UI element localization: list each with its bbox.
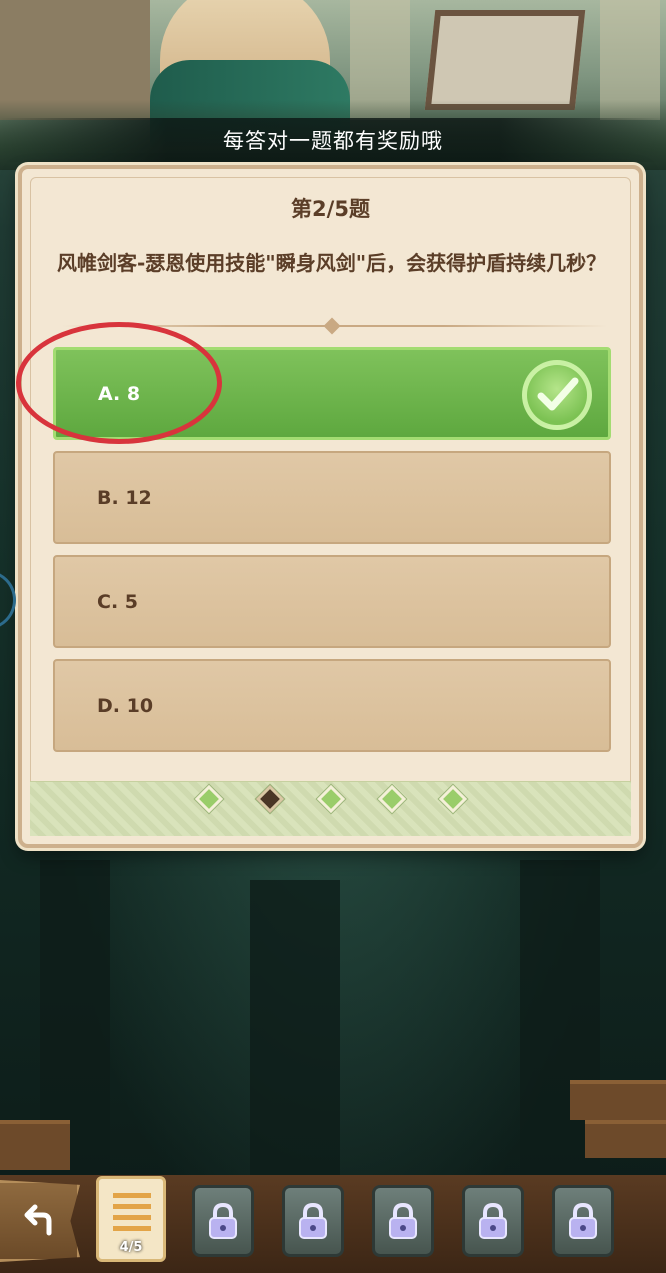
slot-counter: 4/5 xyxy=(119,1240,143,1255)
question-text: 风帷剑客-瑟恩使用技能"瞬身风剑"后，会获得护盾持续几秒？ xyxy=(57,251,607,275)
book-stack xyxy=(0,1120,70,1170)
back-button[interactable] xyxy=(0,1180,80,1262)
progress-dot-current xyxy=(255,784,284,814)
option-b-label: B. 12 xyxy=(97,486,152,509)
locked-slot[interactable] xyxy=(462,1185,524,1257)
scroll-icon xyxy=(113,1193,151,1237)
question-progress-dots xyxy=(22,784,639,815)
option-a-label: A. 8 xyxy=(98,382,141,405)
checkmark-icon xyxy=(522,360,592,430)
option-d[interactable]: D. 10 xyxy=(53,659,611,752)
option-a[interactable]: A. 8 xyxy=(53,347,611,440)
progress-dot xyxy=(438,784,467,814)
quiz-card: 第2/5题 风帷剑客-瑟恩使用技能"瞬身风剑"后，会获得护盾持续几秒？ A. 8… xyxy=(18,165,643,848)
background-tree xyxy=(250,880,340,1180)
current-quiz-slot[interactable]: 4/5 xyxy=(96,1176,166,1262)
lock-icon xyxy=(479,1202,507,1239)
reward-banner-text: 每答对一题都有奖励哦 xyxy=(223,129,443,153)
lock-icon xyxy=(389,1202,417,1239)
progress-dot xyxy=(194,784,223,814)
book-stack xyxy=(570,1080,666,1120)
option-b[interactable]: B. 12 xyxy=(53,451,611,544)
option-c-label: C. 5 xyxy=(97,590,138,613)
lock-icon xyxy=(209,1202,237,1239)
hero-book xyxy=(424,10,586,110)
locked-slot[interactable] xyxy=(192,1185,254,1257)
lock-icon xyxy=(299,1202,327,1239)
progress-dot xyxy=(316,784,345,814)
reward-banner: 每答对一题都有奖励哦 xyxy=(0,118,666,162)
lock-icon xyxy=(569,1202,597,1239)
locked-slot[interactable] xyxy=(552,1185,614,1257)
option-d-label: D. 10 xyxy=(97,694,154,717)
progress-dot xyxy=(377,784,406,814)
book-stack xyxy=(585,1120,666,1158)
option-c[interactable]: C. 5 xyxy=(53,555,611,648)
question-number: 第2/5题 xyxy=(291,197,370,221)
locked-slot[interactable] xyxy=(282,1185,344,1257)
locked-slot[interactable] xyxy=(372,1185,434,1257)
return-arrow-icon xyxy=(24,1204,51,1236)
